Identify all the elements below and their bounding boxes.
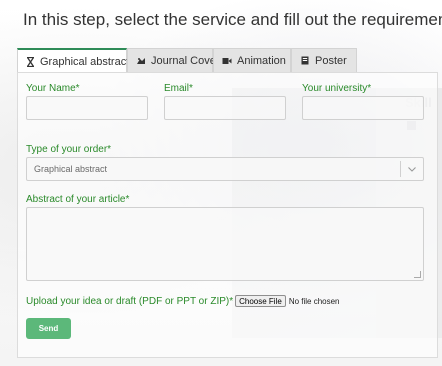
video-camera-icon — [222, 56, 232, 66]
cover-icon — [136, 56, 146, 66]
poster-icon — [300, 56, 310, 66]
email-label: Email* — [164, 83, 193, 94]
service-tabs: Graphical abstract Journal Cover Animati… — [17, 48, 357, 73]
abstract-label: Abstract of your article* — [26, 194, 130, 205]
order-type-select[interactable]: Graphical abstract — [26, 157, 424, 181]
tab-animation[interactable]: Animation — [213, 48, 291, 72]
no-file-text: No file chosen — [288, 296, 340, 306]
tab-journal-cover[interactable]: Journal Cover — [127, 48, 219, 72]
upload-row: Upload your idea or draft (PDF or PPT or… — [26, 295, 340, 307]
upload-label: Upload your idea or draft (PDF or PPT or… — [26, 295, 234, 307]
tab-poster[interactable]: Poster — [291, 48, 357, 72]
tab-label: Journal Cover — [151, 54, 220, 67]
tab-label: Poster — [315, 54, 347, 67]
tab-graphical-abstract[interactable]: Graphical abstract — [17, 48, 130, 73]
name-label: Your Name* — [26, 83, 80, 94]
page-heading: In this step, select the service and fil… — [23, 10, 442, 29]
hourglass-icon — [26, 56, 35, 67]
order-type-value: Graphical abstract — [34, 164, 108, 174]
university-input[interactable] — [302, 96, 424, 120]
choose-file-button[interactable]: Choose File — [235, 295, 286, 307]
chevron-down-icon — [401, 164, 423, 174]
tab-label: Graphical abstract — [40, 55, 130, 68]
abstract-textarea[interactable] — [26, 207, 424, 281]
tab-label: Animation — [237, 54, 286, 67]
resize-handle-icon[interactable] — [414, 271, 421, 278]
name-input[interactable] — [26, 96, 148, 120]
university-label: Your university* — [302, 83, 372, 94]
send-button[interactable]: Send — [26, 318, 71, 339]
email-input[interactable] — [164, 96, 286, 120]
order-type-label: Type of your order* — [26, 144, 112, 155]
